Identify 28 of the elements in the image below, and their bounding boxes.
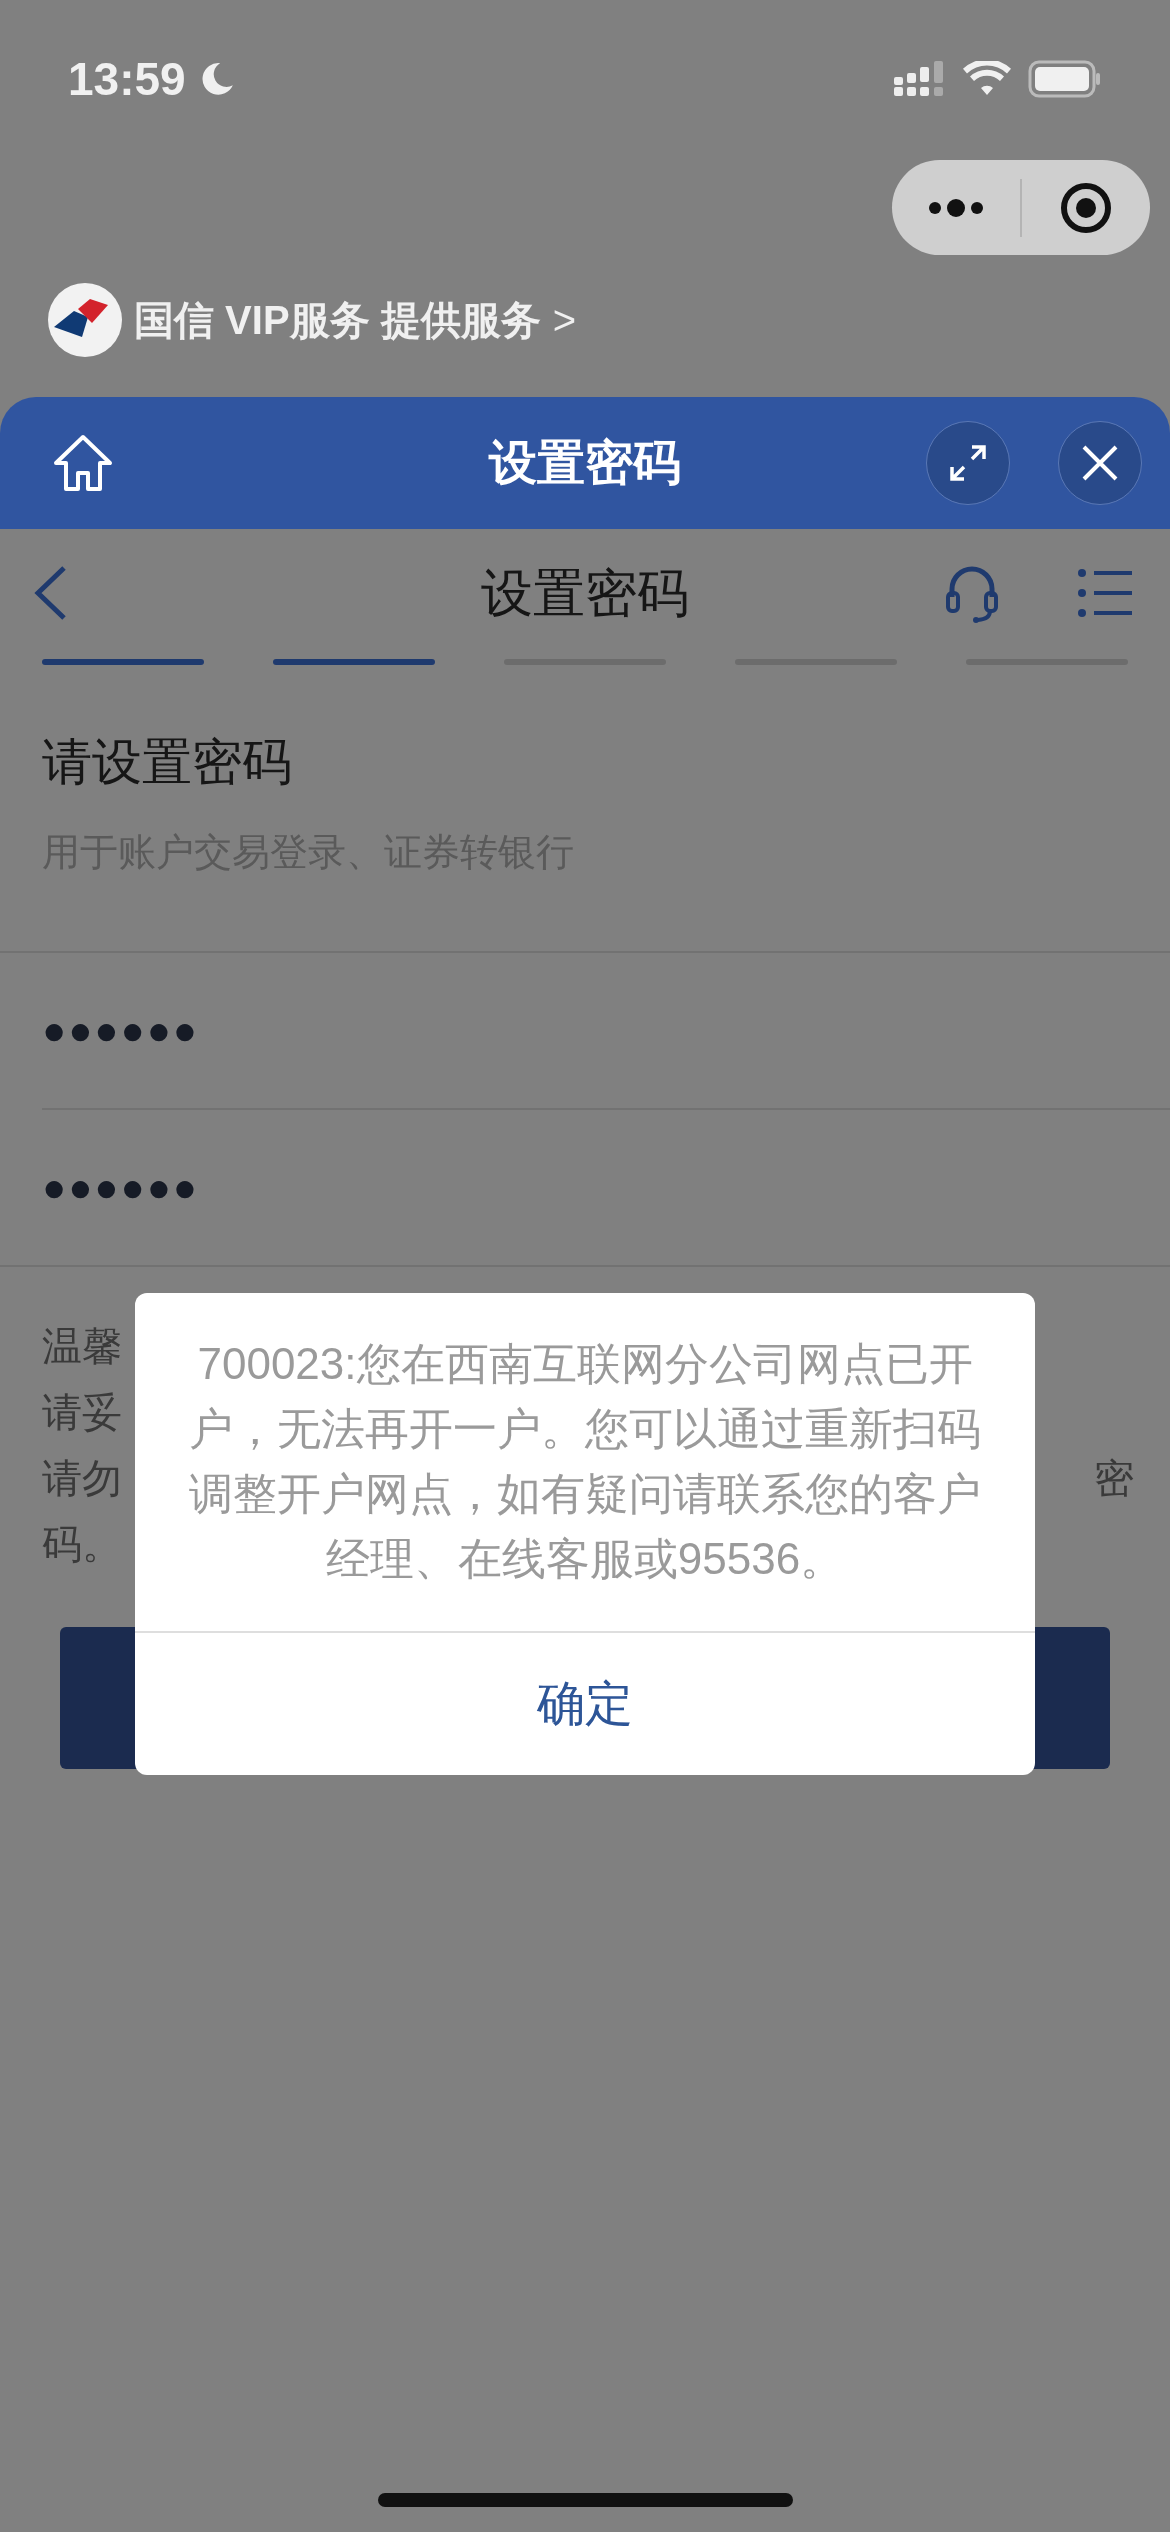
notice-text: 密 [1094, 1454, 1134, 1502]
password-field[interactable]: ●●●●●● [42, 952, 1170, 1108]
close-icon [1081, 444, 1119, 482]
sheet-title: 设置密码 [489, 435, 681, 491]
service-provider-link[interactable]: 国信 VIP服务 提供服务 > [134, 290, 577, 350]
more-icon [927, 197, 985, 218]
notice-text: 码。 [42, 1520, 122, 1568]
status-time: 13:59 [68, 56, 186, 102]
home-button[interactable] [52, 433, 114, 493]
notice-text: 请妥 [42, 1388, 122, 1436]
wifi-icon [962, 61, 1012, 97]
notice-text: 请勿 [42, 1454, 122, 1502]
password-field[interactable]: ●●●●●● [42, 1109, 1170, 1265]
page-title: 设置密码 [481, 563, 689, 624]
signal-icon [894, 61, 946, 97]
notice-text: 温馨 [42, 1322, 122, 1370]
alert-message: 700023:您在西南互联网分公司网点已开户，无法再开一户。您可以通过重新扫码调整开户网点，如有疑问请联系您的客户经理、在线客服或95536。 [188, 1338, 982, 1585]
home-icon [52, 433, 114, 493]
form-heading: 请设置密码 [42, 733, 293, 792]
target-icon [1060, 181, 1112, 234]
logo-icon [48, 283, 122, 357]
menu-icon [1078, 569, 1134, 617]
back-icon [32, 564, 68, 622]
menu-button[interactable] [1078, 569, 1134, 617]
expand-icon [948, 443, 988, 483]
battery-icon [1028, 60, 1102, 98]
confirm-button[interactable]: 确定 [135, 1633, 1035, 1775]
back-button[interactable] [32, 564, 68, 622]
